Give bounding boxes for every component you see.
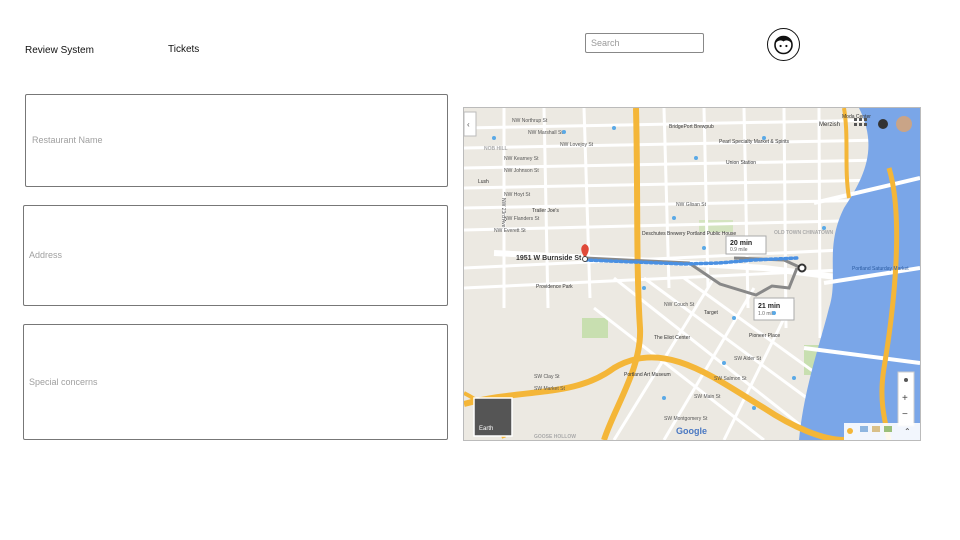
place-label: Providence Park [536,284,573,290]
street-label: NW Lovejoy St [560,142,594,148]
place-label: The Eliot Center [654,335,690,341]
street-label: NW Hoyt St [504,192,531,198]
restaurant-name-field[interactable]: Restaurant Name [25,94,448,187]
nav-tickets[interactable]: Tickets [168,44,199,55]
street-label: SW Alder St [734,356,762,362]
google-attribution: Google [676,426,707,436]
route-alt-duration: 21 min [758,303,780,310]
map-canvas: 20 min 0.9 mile 21 min 1.0 mile 1951 W B… [464,108,920,440]
layer-thumbnail-icon[interactable] [884,426,892,432]
street-label: NW Northrup St [512,118,548,124]
street-label: NW Marshall St [528,130,563,136]
street-label: SW Main St [694,394,721,400]
street-label: NW Couch St [664,302,695,308]
place-label: Pioneer Place [749,333,780,339]
place-label: BridgePort Brewpub [669,124,714,130]
place-label: Merzish [819,122,840,128]
svg-text:‹: ‹ [467,120,470,129]
origin-label: 1951 W Burnside St [516,255,582,262]
place-label: Portland Art Museum [624,372,671,378]
search-input[interactable] [585,33,704,53]
collapse-panel-button[interactable] [464,111,477,137]
street-label: NW Flanders St [504,216,540,222]
my-location-icon[interactable] [904,378,908,382]
expand-up-icon[interactable]: ⌃ [904,427,911,436]
place-label: Trailer Joe's [532,208,559,214]
street-label: NW Johnson St [504,168,539,174]
street-label: SW Montgomery St [664,416,708,422]
special-concerns-placeholder: Special concerns [29,377,98,387]
neighborhood-label: NOB HILL [484,146,508,152]
street-label: NW Everett St [494,228,526,234]
place-label: Deschutes Brewery Portland Public House [642,231,736,237]
route-primary-duration: 20 min [730,240,752,247]
street-label: SW Market St [534,386,565,392]
pegman-icon[interactable] [847,428,853,434]
street-label: NW 23rd Ave [500,198,506,228]
place-label: Union Station [726,160,756,166]
neighborhood-label: OLD TOWN CHINATOWN [774,230,834,236]
nav-review-system[interactable]: Review System [25,45,94,56]
user-face-icon [774,35,793,55]
street-label: SW Clay St [534,374,560,380]
address-placeholder: Address [29,250,63,260]
place-label: Target [704,310,719,316]
zoom-in-button[interactable]: + [902,393,908,404]
street-label: SW Salmon St [714,376,747,382]
place-label: Pearl Specialty Market & Spirits [719,139,790,145]
layer-thumbnail-icon[interactable] [872,426,880,432]
route-primary-distance: 0.9 mile [730,247,748,253]
layer-thumbnail-icon[interactable] [860,426,868,432]
destination-marker[interactable] [797,263,807,273]
earth-label: Earth [479,426,493,432]
map-view[interactable]: 20 min 0.9 mile 21 min 1.0 mile 1951 W B… [463,107,921,441]
street-label: NW Kearney St [504,156,539,162]
address-field[interactable]: Address [23,205,448,306]
avatar[interactable] [767,28,800,61]
zoom-out-button[interactable]: − [902,409,908,420]
profile-avatar-icon[interactable] [896,116,912,132]
restaurant-name-placeholder: Restaurant Name [32,135,103,145]
park-area [582,318,608,338]
place-label: Lush [478,179,489,185]
place-label: Portland Saturday Market [852,266,909,272]
neighborhood-label: GOOSE HOLLOW [534,434,576,440]
special-concerns-field[interactable]: Special concerns [23,324,448,440]
notifications-icon[interactable] [878,119,888,129]
street-label: NW Glisan St [676,202,707,208]
